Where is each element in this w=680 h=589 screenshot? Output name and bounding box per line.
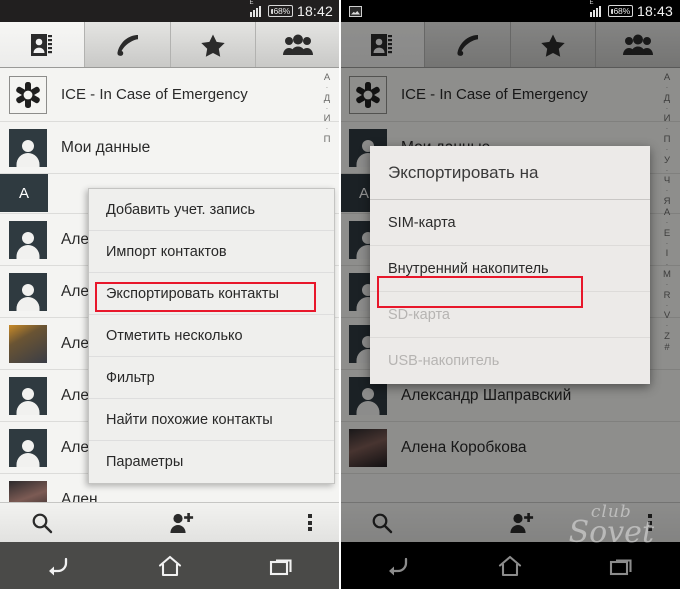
alphabet-index-letter[interactable]: А	[324, 72, 330, 83]
panel-divider	[339, 0, 341, 589]
alphabet-index-letter[interactable]: П	[324, 134, 331, 145]
star-icon	[200, 34, 225, 57]
recents-button[interactable]	[248, 555, 318, 577]
avatar	[9, 376, 47, 415]
section-header-letter: A	[0, 174, 48, 212]
action-bar	[0, 502, 340, 542]
ice-star-icon	[9, 75, 47, 114]
status-bar-system: E 68% 18:42	[249, 0, 340, 19]
avatar	[9, 324, 47, 363]
tab-groups[interactable]	[255, 22, 340, 67]
menu-item-export-contacts[interactable]: Экспортировать контакты	[89, 273, 334, 315]
search-button[interactable]	[0, 512, 84, 534]
dialog-item-sim-card[interactable]: SIM-карта	[370, 200, 650, 246]
recents-icon	[270, 558, 292, 575]
avatar	[9, 428, 47, 467]
battery-indicator: 68%	[607, 5, 633, 17]
avatar	[9, 480, 47, 502]
alphabet-index-letter[interactable]: ·	[326, 104, 329, 113]
clock: 18:43	[636, 3, 673, 19]
status-bar: E 68% 18:42	[0, 0, 340, 22]
menu-item-import-contacts[interactable]: Импорт контактов	[89, 231, 334, 273]
right-phone-screenshot: E 68% 18:43 ICE - In Case of Emergency A…	[340, 0, 680, 589]
status-bar-system: E 68% 18:43	[589, 0, 680, 19]
alphabet-index-letter[interactable]: ·	[326, 83, 329, 92]
overflow-menu-button[interactable]	[280, 512, 340, 534]
avatar	[9, 220, 47, 259]
contact-name: ICE - In Case of Emergency	[61, 86, 248, 103]
alphabet-index-letter[interactable]: И	[324, 113, 331, 124]
dialog-title: Экспортировать на	[370, 146, 650, 200]
alphabet-index-letter[interactable]: Д	[324, 93, 330, 104]
dialog-item-internal-storage[interactable]: Внутренний накопитель	[370, 246, 650, 292]
home-icon	[158, 555, 182, 576]
back-button[interactable]	[22, 555, 92, 577]
phone-handset-icon	[117, 34, 139, 56]
add-contact-button[interactable]	[84, 512, 280, 534]
nav-bar	[0, 542, 340, 589]
overflow-popup-menu[interactable]: Добавить учет. запись Импорт контактов Э…	[88, 188, 335, 484]
menu-item-add-account[interactable]: Добавить учет. запись	[89, 189, 334, 231]
battery-indicator: 68%	[267, 5, 293, 17]
list-item[interactable]: ICE - In Case of Emergency	[0, 68, 340, 122]
menu-item-settings[interactable]: Параметры	[89, 441, 334, 483]
tab-favorites[interactable]	[170, 22, 256, 67]
add-person-icon	[170, 512, 194, 533]
screenshot-image-icon	[349, 5, 362, 17]
avatar	[9, 272, 47, 311]
menu-item-find-duplicates[interactable]: Найти похожие контакты	[89, 399, 334, 441]
left-phone-screenshot: E 68% 18:42 ICE - In Case of Emergency М…	[0, 0, 340, 589]
contact-name: Мои данные	[61, 138, 151, 156]
alphabet-index-letter[interactable]: ·	[326, 124, 329, 133]
contact-name: Ален	[61, 490, 98, 503]
avatar	[9, 128, 47, 167]
overflow-menu-icon	[308, 512, 312, 534]
signal-strength-icon: E	[249, 0, 264, 17]
dialog-item-usb-storage: USB-накопитель	[388, 353, 500, 369]
dialog-item-sd-card: SD-карта	[370, 292, 650, 338]
signal-strength-icon: E	[589, 0, 604, 17]
tab-dialer[interactable]	[85, 22, 171, 67]
menu-item-filter[interactable]: Фильтр	[89, 357, 334, 399]
people-group-icon	[282, 34, 313, 55]
contacts-book-icon	[31, 33, 53, 56]
tab-bar	[0, 22, 340, 68]
status-bar: E 68% 18:43	[340, 0, 680, 22]
list-item[interactable]: Мои данные	[0, 122, 340, 174]
menu-item-mark-several[interactable]: Отметить несколько	[89, 315, 334, 357]
back-arrow-icon	[48, 557, 67, 575]
screenshot-stage: E 68% 18:42 ICE - In Case of Emergency М…	[0, 0, 680, 589]
tab-contacts[interactable]	[0, 22, 86, 67]
status-bar-notifications	[340, 5, 362, 17]
clock: 18:42	[296, 3, 333, 19]
home-button[interactable]	[135, 554, 205, 578]
export-target-dialog[interactable]: Экспортировать на SIM-карта Внутренний н…	[370, 146, 650, 384]
search-icon	[32, 513, 53, 533]
